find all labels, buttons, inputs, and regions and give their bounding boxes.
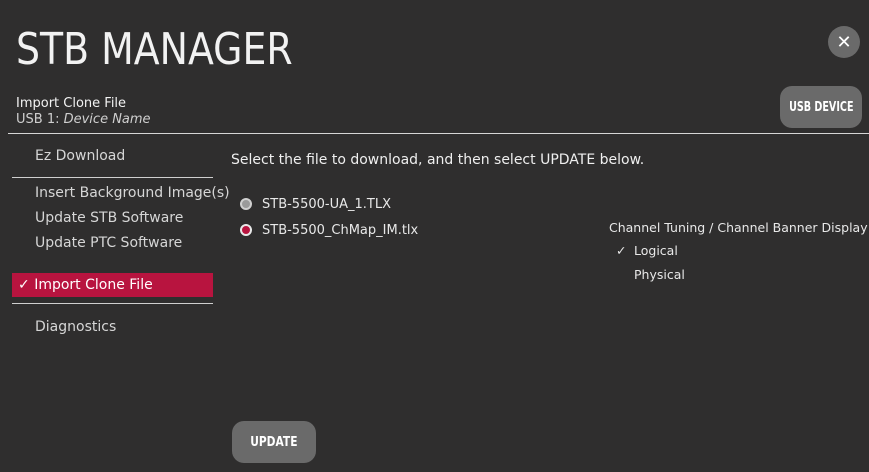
update-button-label: UPDATE xyxy=(250,434,298,450)
sidebar-item-update-ptc-software[interactable]: Update PTC Software xyxy=(12,231,213,255)
sidebar-divider xyxy=(12,303,213,304)
file-option-selected[interactable]: STB-5500_ChMap_IM.tlx xyxy=(240,221,418,239)
tuning-option-physical[interactable]: Physical xyxy=(616,267,685,282)
usb-device-button[interactable]: USB DEVICE xyxy=(780,86,862,128)
page-subtitle: Import Clone File xyxy=(16,96,127,111)
device-label: USB 1: Device Name xyxy=(16,112,151,127)
check-icon: ✓ xyxy=(616,243,627,258)
file-name: STB-5500-UA_1.TLX xyxy=(262,196,391,212)
sidebar-item-diagnostics[interactable]: Diagnostics xyxy=(12,315,213,339)
device-name: Device Name xyxy=(63,112,151,127)
file-name: STB-5500_ChMap_IM.tlx xyxy=(262,222,419,238)
sidebar-item-label: Update STB Software xyxy=(35,210,184,226)
instruction-text: Select the file to download, and then se… xyxy=(231,152,645,168)
sidebar-item-label: Import Clone File xyxy=(34,277,153,293)
usb-device-button-label: USB DEVICE xyxy=(788,99,854,115)
device-prefix: USB 1: xyxy=(16,112,64,127)
sidebar-item-label: Ez Download xyxy=(35,148,126,164)
tuning-option-label: Physical xyxy=(634,267,685,282)
radio-button[interactable] xyxy=(240,198,252,210)
close-button[interactable]: ✕ xyxy=(828,26,860,58)
sidebar-item-ez-download[interactable]: Ez Download xyxy=(12,144,213,168)
file-option[interactable]: STB-5500-UA_1.TLX xyxy=(240,195,391,213)
sidebar-item-insert-background[interactable]: Insert Background Image(s) xyxy=(12,181,230,205)
sidebar-divider xyxy=(12,177,213,178)
radio-button-selected[interactable] xyxy=(240,224,252,236)
sidebar-item-import-clone-file[interactable]: ✓ Import Clone File xyxy=(12,273,213,297)
sidebar-item-label: Update PTC Software xyxy=(35,235,183,251)
header-divider xyxy=(8,133,869,134)
close-icon: ✕ xyxy=(836,31,852,53)
app-title: STB MANAGER xyxy=(16,24,293,75)
update-button[interactable]: UPDATE xyxy=(232,421,316,463)
sidebar-item-label: Insert Background Image(s) xyxy=(35,185,230,201)
tuning-option-label: Logical xyxy=(634,243,678,258)
tuning-title: Channel Tuning / Channel Banner Display xyxy=(609,220,868,235)
check-icon: ✓ xyxy=(18,277,30,293)
sidebar-item-label: Diagnostics xyxy=(35,319,117,335)
sidebar-item-update-stb-software[interactable]: Update STB Software xyxy=(12,206,213,230)
tuning-option-logical[interactable]: ✓ Logical xyxy=(616,243,678,258)
